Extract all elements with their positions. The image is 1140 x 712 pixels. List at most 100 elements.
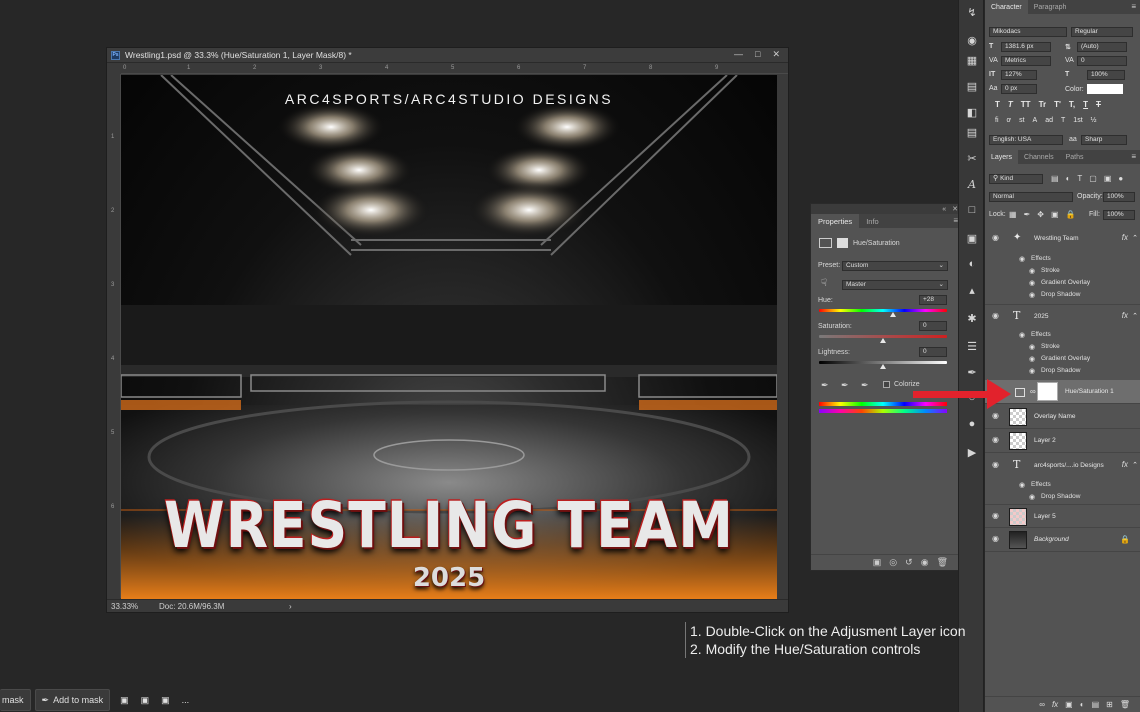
document-window[interactable]: Ps Wrestling1.psd @ 33.3% (Hue/Saturatio… xyxy=(106,47,789,613)
fx-icon[interactable]: fx xyxy=(1122,460,1128,469)
layer-wrestling-team[interactable]: ◉ ✦ Wrestling Team fx ⌃ xyxy=(985,227,1140,251)
superscript-button[interactable]: T' xyxy=(1054,100,1061,109)
effect-stroke[interactable]: ◉ Stroke xyxy=(985,265,1140,277)
new-layer-icon[interactable]: ⊞ xyxy=(1106,700,1113,709)
new-group-icon[interactable]: ▤ xyxy=(1092,700,1100,709)
hue-slider-thumb[interactable] xyxy=(890,312,897,317)
3d-icon[interactable]: ● xyxy=(959,418,985,430)
tab-character[interactable]: Character xyxy=(985,0,1028,14)
eye-icon[interactable]: ◉ xyxy=(1029,279,1035,287)
tab-info[interactable]: Info xyxy=(859,214,886,228)
lock-position-icon[interactable]: ✥ xyxy=(1037,210,1044,219)
layer-mask-thumbnail[interactable] xyxy=(1037,382,1058,401)
effect-stroke[interactable]: ◉ Stroke xyxy=(985,341,1140,353)
document-title-bar[interactable]: Ps Wrestling1.psd @ 33.3% (Hue/Saturatio… xyxy=(107,48,788,63)
styles-icon[interactable]: ▤ xyxy=(959,126,985,139)
titling-button[interactable]: ad xyxy=(1045,117,1053,124)
hue-slider-track[interactable] xyxy=(819,309,947,312)
invert-mask-icon[interactable]: ▣ xyxy=(120,695,129,706)
filter-toggle-icon[interactable]: ● xyxy=(1118,174,1123,183)
horizontal-scale-field[interactable]: 100% xyxy=(1087,70,1125,80)
eyedropper-icon[interactable]: ✒ xyxy=(821,380,829,391)
strikethrough-button[interactable]: T xyxy=(1096,100,1101,109)
eye-icon[interactable]: ◉ xyxy=(1019,331,1025,339)
eye-icon[interactable]: ◉ xyxy=(1029,343,1035,351)
effects-row[interactable]: ◉ Effects xyxy=(985,329,1140,341)
visibility-eye-icon[interactable]: ◉ xyxy=(921,557,929,568)
font-style-select[interactable]: Regular xyxy=(1071,27,1133,37)
filter-smart-object-icon[interactable]: ▣ xyxy=(1104,174,1112,183)
effect-drop-shadow[interactable]: ◉ Drop Shadow xyxy=(985,491,1140,503)
history-icon[interactable]: ↯ xyxy=(959,6,985,19)
faux-bold-button[interactable]: T xyxy=(995,100,1000,109)
contextual-button[interactable]: T xyxy=(1061,117,1065,124)
reset-icon[interactable]: ↺ xyxy=(905,557,913,568)
eye-icon[interactable]: ◉ xyxy=(992,411,999,420)
eye-icon[interactable]: ◉ xyxy=(1029,267,1035,275)
color-icon[interactable]: ◉ xyxy=(959,34,985,47)
chevron-up-icon[interactable]: ⌃ xyxy=(1132,234,1138,242)
mask-button[interactable]: mask xyxy=(0,689,31,711)
actions-play-icon[interactable]: ▶ xyxy=(959,446,985,459)
lightness-slider-thumb[interactable] xyxy=(880,364,886,369)
add-mask-icon[interactable]: ▣ xyxy=(1065,700,1073,709)
tab-channels[interactable]: Channels xyxy=(1018,150,1060,164)
swash-button[interactable]: A xyxy=(1033,117,1038,124)
eye-icon[interactable]: ◉ xyxy=(992,534,999,543)
brush-settings-icon[interactable]: ✒ xyxy=(959,366,985,379)
histogram-icon[interactable]: ▴ xyxy=(959,284,985,297)
tab-properties[interactable]: Properties xyxy=(811,214,860,228)
text-color-swatch[interactable] xyxy=(1087,84,1123,94)
eye-icon[interactable]: ◉ xyxy=(992,511,999,520)
effect-drop-shadow[interactable]: ◉ Drop Shadow xyxy=(985,365,1140,377)
zoom-level[interactable]: 33.33% xyxy=(107,602,149,611)
font-family-select[interactable]: Mikodacs xyxy=(989,27,1067,37)
fx-icon[interactable]: fx xyxy=(1122,233,1128,242)
eye-icon[interactable]: ◉ xyxy=(1029,291,1035,299)
link-layers-icon[interactable]: ∞ xyxy=(1039,700,1045,709)
effect-gradient-overlay[interactable]: ◉ Gradient Overlay xyxy=(985,353,1140,365)
tab-paths[interactable]: Paths xyxy=(1060,150,1090,164)
filter-shape-icon[interactable]: ▢ xyxy=(1089,174,1097,183)
eye-icon[interactable]: ◉ xyxy=(1029,355,1035,363)
properties-icon[interactable]: ☰ xyxy=(959,340,985,353)
link-icon[interactable]: ∞ xyxy=(1030,387,1036,396)
adjustment-layer-icon[interactable] xyxy=(1015,388,1025,397)
effect-drop-shadow[interactable]: ◉ Drop Shadow xyxy=(985,289,1140,301)
brushes-icon[interactable]: □ xyxy=(959,204,985,216)
underline-button[interactable]: T xyxy=(1083,100,1088,109)
stylistic-alternates-button[interactable]: st xyxy=(1019,117,1024,124)
character-icon[interactable]: A xyxy=(959,178,985,191)
add-style-icon[interactable]: fx xyxy=(1052,700,1058,709)
panel-menu-icon[interactable]: ≡ xyxy=(1131,2,1136,11)
preset-select[interactable]: Custom ⌄ xyxy=(842,261,948,271)
eye-icon[interactable]: ◉ xyxy=(1019,481,1025,489)
filter-pixel-icon[interactable]: ▤ xyxy=(1051,174,1059,183)
maximize-icon[interactable]: □ xyxy=(755,49,760,60)
lock-transparent-icon[interactable]: ▦ xyxy=(1009,210,1017,219)
chevron-up-icon[interactable]: ⌃ xyxy=(1132,312,1138,320)
vertical-scale-field[interactable]: 127% xyxy=(1001,70,1037,80)
layer-filter-select[interactable]: ⚲ Kind xyxy=(989,174,1043,184)
lock-image-icon[interactable]: ✒ xyxy=(1024,210,1031,219)
effects-row[interactable]: ◉ Effects xyxy=(985,479,1140,491)
blend-mode-select[interactable]: Normal xyxy=(989,192,1073,202)
panel-menu-icon[interactable]: ≡ xyxy=(1131,152,1136,161)
more-options-button[interactable]: ... xyxy=(182,695,190,705)
ligature-button[interactable]: fi xyxy=(995,117,999,124)
anti-alias-select[interactable]: Sharp xyxy=(1081,135,1127,145)
properties-panel[interactable]: « ✕ Properties Info ≡ Hue/Saturation Pre… xyxy=(810,203,963,571)
layer-layer-5[interactable]: ◉ Layer 5 xyxy=(985,504,1140,528)
subscript-button[interactable]: T, xyxy=(1069,100,1075,109)
effects-row[interactable]: ◉ Effects xyxy=(985,253,1140,265)
all-caps-button[interactable]: TT xyxy=(1021,100,1031,109)
lock-all-icon[interactable]: 🔒 xyxy=(1066,210,1076,219)
eye-icon[interactable]: ◉ xyxy=(992,435,999,444)
libraries-icon[interactable]: ▤ xyxy=(959,80,985,93)
eyedropper-minus-icon[interactable]: ✒ xyxy=(861,380,869,391)
fx-icon[interactable]: fx xyxy=(1122,311,1128,320)
colorize-checkbox[interactable] xyxy=(883,381,890,388)
channel-select[interactable]: Master ⌄ xyxy=(842,280,948,290)
glyphs-icon[interactable]: ✱ xyxy=(959,312,985,325)
trash-icon[interactable]: 🗑 xyxy=(1120,700,1130,709)
